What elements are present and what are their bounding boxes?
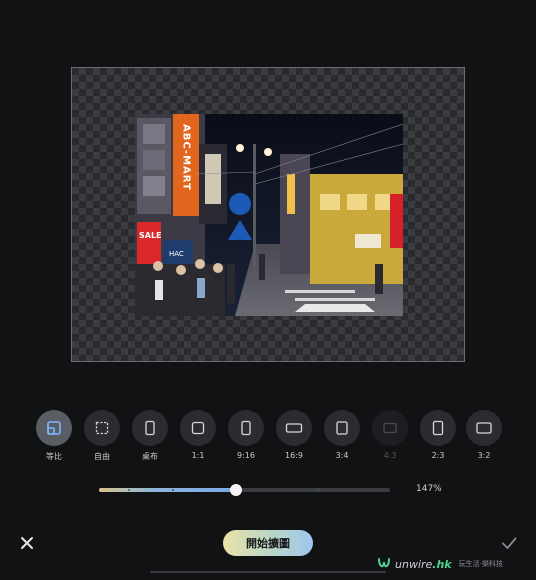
- portrait-2-3-icon: [420, 410, 456, 446]
- zoom-slider-handle[interactable]: [229, 484, 242, 496]
- watermark-brand: unwire.hk: [395, 557, 452, 571]
- zoom-percentage: 147%: [416, 484, 442, 494]
- start-expand-button[interactable]: 開始擴圖: [223, 530, 313, 556]
- source-photo[interactable]: ABC-MART SALE HAC: [135, 114, 403, 316]
- street-scene-image: ABC-MART SALE HAC: [135, 114, 403, 316]
- ratio-option-4-3: 4:3: [372, 410, 408, 460]
- ratio-label: 桌布: [142, 452, 158, 461]
- ratio-option-wallpaper[interactable]: 桌布: [132, 410, 168, 462]
- ratio-label: 3:2: [477, 451, 491, 460]
- portrait-3-4-icon: [324, 410, 360, 446]
- aspect-ratio-options: 等比 自由 桌布 1:1 9:16 16:9 3:4 4:3 2:3 3:2: [36, 410, 502, 462]
- ratio-option-2-3[interactable]: 2:3: [420, 410, 456, 460]
- ratio-label: 自由: [94, 452, 110, 461]
- ratio-label: 4:3: [383, 451, 397, 460]
- ratio-label: 9:16: [237, 451, 255, 460]
- freeform-crop-icon: [84, 410, 120, 446]
- abc-mart-sign: ABC-MART: [181, 124, 192, 191]
- ratio-option-3-4[interactable]: 3:4: [324, 410, 360, 460]
- ratio-option-free[interactable]: 自由: [84, 410, 120, 462]
- unwire-logo-icon: [378, 558, 390, 568]
- slider-tick: [317, 489, 319, 491]
- phone-wallpaper-icon: [132, 410, 168, 446]
- close-button[interactable]: [17, 533, 37, 553]
- close-icon: [21, 537, 33, 549]
- lock-ratio-icon: [36, 410, 72, 446]
- home-indicator: [150, 571, 386, 573]
- zoom-slider-fill: [99, 488, 236, 492]
- hac-sign: HAC: [169, 250, 184, 258]
- ratio-option-16-9[interactable]: 16:9: [276, 410, 312, 460]
- watermark-tagline: 玩生活·樂科技: [458, 560, 503, 568]
- ratio-option-9-16[interactable]: 9:16: [228, 410, 264, 460]
- sale-sign: SALE: [139, 231, 162, 240]
- watermark: unwire.hk 玩生活·樂科技: [376, 555, 503, 573]
- confirm-button[interactable]: [499, 533, 519, 553]
- landscape-16-9-icon: [276, 410, 312, 446]
- zoom-slider[interactable]: [99, 484, 390, 496]
- ratio-label: 1:1: [191, 451, 205, 460]
- ratio-option-lock[interactable]: 等比: [36, 410, 72, 462]
- slider-tick: [172, 489, 174, 491]
- ratio-label: 3:4: [335, 451, 349, 460]
- ratio-option-3-2[interactable]: 3:2: [466, 410, 502, 460]
- ratio-option-1-1[interactable]: 1:1: [180, 410, 216, 460]
- portrait-9-16-icon: [228, 410, 264, 446]
- square-icon: [180, 410, 216, 446]
- landscape-3-2-icon: [466, 410, 502, 446]
- ratio-label: 16:9: [285, 451, 303, 460]
- landscape-4-3-icon: [372, 410, 408, 446]
- slider-tick: [128, 489, 130, 491]
- check-icon: [502, 537, 517, 549]
- ratio-label: 等比: [46, 452, 62, 461]
- ratio-label: 2:3: [431, 451, 445, 460]
